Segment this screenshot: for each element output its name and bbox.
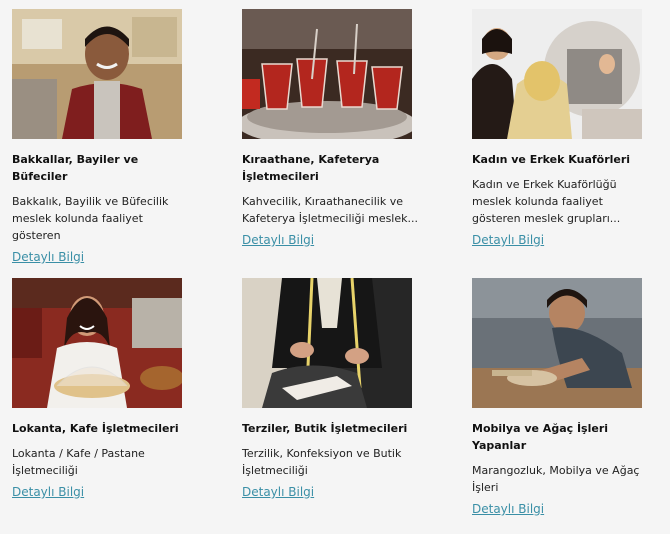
hairdresser-photo[interactable] (472, 9, 642, 139)
tea-glasses-image (242, 9, 412, 139)
tailor-photo[interactable] (242, 278, 412, 408)
sector-card: Kıraathane, Kafeterya İşletmecileri Kahv… (242, 9, 422, 248)
details-link[interactable]: Detaylı Bilgi (472, 502, 544, 516)
details-link[interactable]: Detaylı Bilgi (12, 250, 84, 264)
sector-card: Mobilya ve Ağaç İşleri Yapanlar Marangoz… (472, 278, 652, 517)
details-link[interactable]: Detaylı Bilgi (12, 485, 84, 499)
card-description: Kahvecilik, Kıraathanecilik ve Kafeterya… (242, 195, 418, 225)
card-description: Terzilik, Konfeksiyon ve Butik İşletmeci… (242, 447, 402, 477)
tea-glasses-photo[interactable] (242, 9, 412, 139)
card-title: Bakkallar, Bayiler ve Büfeciler (12, 153, 139, 183)
card-description: Bakkalık, Bayilik ve Büfecilik meslek ko… (12, 195, 169, 242)
card-title: Kıraathane, Kafeterya İşletmecileri (242, 153, 380, 183)
sector-grid: Bakkallar, Bayiler ve Büfeciler Bakkalık… (0, 0, 670, 534)
card-title: Terziler, Butik İşletmecileri (242, 422, 408, 435)
sector-card: Lokanta, Kafe İşletmecileri Lokanta / Ka… (12, 278, 192, 500)
hairdresser-image (472, 9, 642, 139)
cafe-owner-image (12, 278, 182, 408)
tailor-image (242, 278, 412, 408)
details-link[interactable]: Detaylı Bilgi (242, 485, 314, 499)
card-description: Marangozluk, Mobilya ve Ağaç İşleri (472, 464, 640, 494)
card-title: Lokanta, Kafe İşletmecileri (12, 422, 179, 435)
carpenter-image (472, 278, 642, 408)
grocer-photo[interactable] (12, 9, 182, 139)
card-description: Kadın ve Erkek Kuaförlüğü meslek kolunda… (472, 178, 621, 225)
details-link[interactable]: Detaylı Bilgi (242, 233, 314, 247)
details-link[interactable]: Detaylı Bilgi (472, 233, 544, 247)
sector-card: Kadın ve Erkek Kuaförleri Kadın ve Erkek… (472, 9, 652, 248)
card-title: Mobilya ve Ağaç İşleri Yapanlar (472, 422, 609, 452)
carpenter-photo[interactable] (472, 278, 642, 408)
card-title: Kadın ve Erkek Kuaförleri (472, 153, 631, 166)
cafe-owner-photo[interactable] (12, 278, 182, 408)
sector-card: Bakkallar, Bayiler ve Büfeciler Bakkalık… (12, 9, 192, 265)
card-description: Lokanta / Kafe / Pastane İşletmeciliği (12, 447, 145, 477)
sector-card: Terziler, Butik İşletmecileri Terzilik, … (242, 278, 422, 500)
grocer-image (12, 9, 182, 139)
